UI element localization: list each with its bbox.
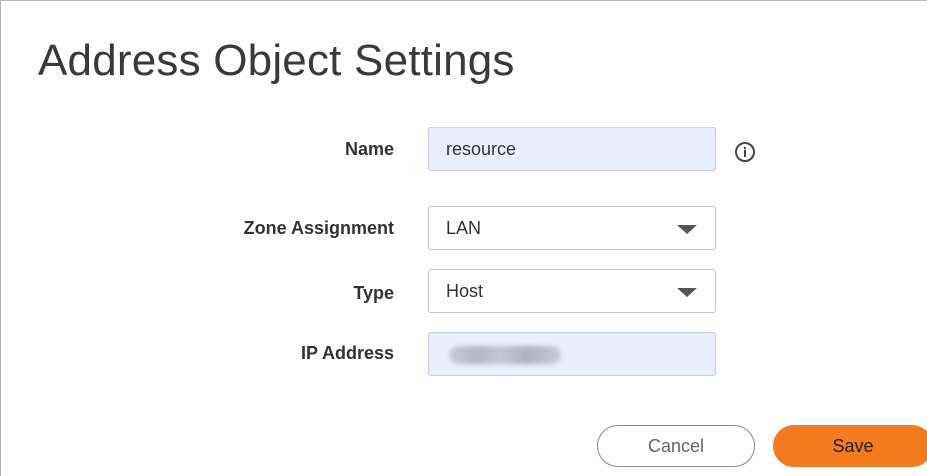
type-value: Host [446, 281, 484, 301]
redacted-ip-blur [449, 346, 561, 364]
zone-assignment-value: LAN [446, 218, 482, 238]
name-label: Name [344, 139, 394, 159]
type-label: Type [353, 283, 394, 303]
info-icon-stem [744, 150, 746, 157]
save-button[interactable]: Save [773, 425, 927, 467]
type-select[interactable]: Host [428, 269, 716, 313]
zone-assignment-select[interactable]: LAN [428, 206, 716, 250]
zone-assignment-label: Zone Assignment [243, 218, 394, 238]
page-title: Address Object Settings [38, 36, 515, 85]
chevron-down-icon [677, 225, 697, 234]
ip-address-input[interactable] [428, 332, 716, 376]
name-input[interactable] [428, 127, 716, 171]
info-icon[interactable] [735, 142, 755, 162]
cancel-button[interactable]: Cancel [597, 425, 755, 467]
ip-address-label: IP Address [300, 343, 394, 363]
chevron-down-icon [677, 288, 697, 297]
info-icon-dot [744, 147, 746, 149]
address-object-settings-dialog: Address Object Settings Name Zone Assign… [0, 0, 927, 476]
